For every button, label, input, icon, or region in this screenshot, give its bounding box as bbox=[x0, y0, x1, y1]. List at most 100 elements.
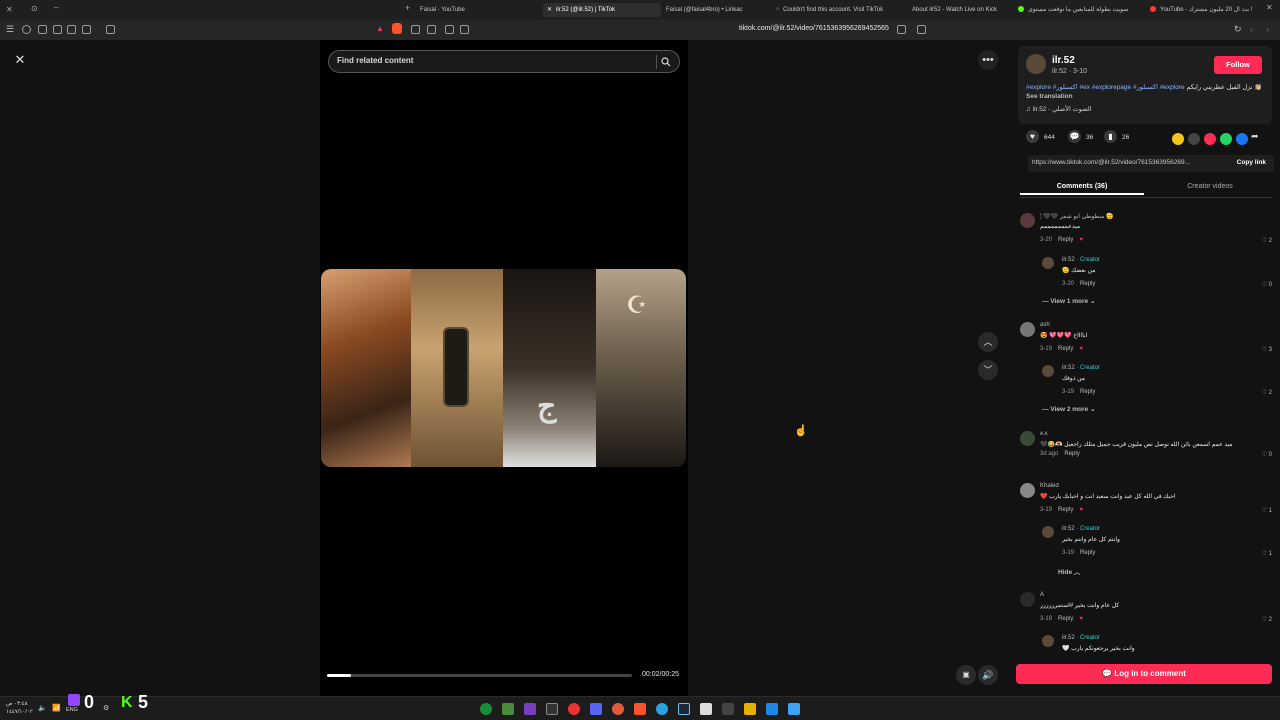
back-icon[interactable]: ‹ bbox=[1250, 24, 1253, 34]
volume-icon[interactable]: 🔊 bbox=[978, 665, 998, 685]
comment-icon[interactable]: 💬 bbox=[1068, 130, 1081, 143]
reply-button[interactable]: Reply bbox=[1080, 550, 1095, 556]
comment-like[interactable]: ♡ 2 bbox=[1262, 389, 1272, 396]
comment-author[interactable]: ilr.52 · Creator bbox=[1062, 257, 1100, 263]
telegram-icon[interactable] bbox=[656, 703, 668, 715]
comment-like[interactable]: ♡ 3 bbox=[1262, 346, 1272, 353]
discord-icon[interactable] bbox=[590, 703, 602, 715]
tab-youtube-faisal[interactable]: Faisal - YouTube bbox=[420, 3, 535, 17]
comment-like[interactable]: ♡ 1 bbox=[1262, 507, 1272, 514]
share-icon[interactable]: ➦ bbox=[1251, 131, 1259, 142]
comment-author[interactable]: ilr.52 · Creator bbox=[1062, 526, 1100, 532]
comment-author[interactable]: Khaled bbox=[1040, 483, 1059, 489]
tab-youtube-live[interactable]: YouTube - بث ال 20 مليون مشترك ! bbox=[1150, 3, 1262, 17]
search-icon[interactable] bbox=[661, 57, 671, 67]
window-close-icon[interactable]: ✕ bbox=[1266, 3, 1273, 12]
terminal-icon[interactable] bbox=[722, 703, 734, 715]
comment-author[interactable]: A bbox=[1040, 592, 1044, 598]
music-row[interactable]: ♫ ilr.52 - الصوت الأصلي bbox=[1026, 105, 1092, 113]
bookmark-icon[interactable]: ▮ bbox=[1104, 130, 1117, 143]
reply-button[interactable]: Reply bbox=[1080, 281, 1095, 287]
brave-shield-icon[interactable] bbox=[392, 23, 402, 34]
menu-icon[interactable]: ☰ bbox=[6, 24, 14, 35]
sidebar-toggle-icon[interactable]: ⊙ bbox=[31, 4, 38, 13]
close-video-icon[interactable]: ✕ bbox=[10, 50, 30, 70]
view-more-replies[interactable]: — View 2 more ⌄ bbox=[1042, 405, 1095, 413]
comment-author[interactable]: ilr.52 · Creator bbox=[1062, 635, 1100, 641]
comment-like[interactable]: ♡ 0 bbox=[1262, 281, 1272, 288]
facebook-icon[interactable] bbox=[1236, 133, 1248, 145]
comment-avatar[interactable] bbox=[1020, 483, 1035, 498]
site-settings-icon[interactable] bbox=[897, 25, 906, 34]
tab-tiktok-ilr52[interactable]: ✕ ilr.52 (@ilr.52) | TikTok bbox=[543, 3, 661, 17]
coin-icon[interactable] bbox=[1172, 133, 1184, 145]
volume-tray-icon[interactable]: 🔈 bbox=[38, 704, 47, 712]
more-options-icon[interactable]: ••• bbox=[978, 50, 998, 70]
clock[interactable]: ٠٣:٤٨ ص ١٤٤٧/١٠/٠٢ bbox=[6, 700, 33, 716]
comment-avatar[interactable] bbox=[1020, 213, 1035, 228]
reply-button[interactable]: Reply bbox=[1064, 451, 1079, 457]
reply-button[interactable]: Reply bbox=[1058, 346, 1073, 352]
comment-like[interactable]: ♡ 2 bbox=[1262, 616, 1272, 623]
follow-button[interactable]: Follow bbox=[1214, 56, 1262, 74]
comment-avatar[interactable] bbox=[1042, 635, 1054, 647]
comment-avatar[interactable] bbox=[1020, 431, 1035, 446]
app-red-icon[interactable] bbox=[612, 703, 624, 715]
tools-icon[interactable] bbox=[53, 25, 62, 34]
warning-icon[interactable]: ▲ bbox=[376, 24, 384, 33]
comment-avatar[interactable] bbox=[1042, 257, 1054, 269]
whatsapp-icon[interactable] bbox=[1220, 133, 1232, 145]
comment-avatar[interactable] bbox=[1020, 592, 1035, 607]
comment-author[interactable]: ash bbox=[1040, 322, 1050, 328]
close-tab-icon[interactable]: ✕ bbox=[547, 7, 552, 13]
xbox-icon[interactable] bbox=[480, 703, 492, 715]
tab-tiktok-notfound[interactable]: ✧ Couldn't find this account. Visit TikTo… bbox=[775, 3, 900, 17]
steam-icon[interactable] bbox=[678, 703, 690, 715]
comment-avatar[interactable] bbox=[1042, 526, 1054, 538]
copy-link-button[interactable]: Copy link bbox=[1237, 159, 1266, 166]
tray-icon[interactable]: ⚙ bbox=[103, 704, 109, 712]
bookmark-icon[interactable] bbox=[917, 25, 926, 34]
tab-kick[interactable]: About ilr52 - Watch Live on Kick bbox=[912, 3, 1012, 17]
share-page-icon[interactable] bbox=[411, 25, 420, 34]
translate-icon[interactable] bbox=[460, 25, 469, 34]
tab-linktree[interactable]: Faisal (@faisal4bro) • Linkac bbox=[666, 3, 771, 17]
comment-avatar[interactable] bbox=[1042, 365, 1054, 377]
picture-in-picture-icon[interactable]: ▣ bbox=[956, 665, 976, 685]
embed-icon[interactable] bbox=[1188, 133, 1200, 145]
video-progress-bar[interactable] bbox=[327, 674, 632, 677]
comment-like[interactable]: ♡ 1 bbox=[1262, 550, 1272, 557]
comment-like[interactable]: ♡ 2 bbox=[1262, 237, 1272, 244]
comment-author[interactable]: ᴀ.x bbox=[1040, 431, 1048, 437]
tab-youtube-tournament[interactable]: سويت بطولة للمتابعين ما توقعت مستوى bbox=[1018, 3, 1146, 17]
next-video-icon[interactable]: ﹀ bbox=[978, 360, 998, 380]
shield-icon[interactable] bbox=[22, 25, 31, 34]
search-input[interactable]: Find related content bbox=[328, 50, 680, 73]
reply-button[interactable]: Reply bbox=[1080, 389, 1095, 395]
comment-like[interactable]: ♡ 0 bbox=[1262, 451, 1272, 458]
minecraft-icon[interactable] bbox=[502, 703, 514, 715]
draw-icon[interactable] bbox=[445, 25, 454, 34]
hide-replies[interactable]: Hide ︿ bbox=[1058, 566, 1080, 576]
reply-button[interactable]: Reply bbox=[1058, 237, 1073, 243]
avatar[interactable] bbox=[1026, 54, 1046, 74]
wifi-icon[interactable]: 📶 bbox=[52, 704, 61, 712]
tab-creator-videos[interactable]: Creator videos bbox=[1148, 183, 1272, 190]
calculator-icon[interactable] bbox=[700, 703, 712, 715]
capcut-icon[interactable] bbox=[546, 703, 558, 715]
brave-icon[interactable] bbox=[634, 703, 646, 715]
reader-icon[interactable] bbox=[427, 25, 436, 34]
send-icon[interactable] bbox=[1204, 133, 1216, 145]
login-to-comment-button[interactable]: 💬 Log in to comment bbox=[1016, 664, 1272, 684]
browser-menu-icon[interactable]: ✕ bbox=[6, 5, 13, 14]
twitch-icon[interactable] bbox=[68, 694, 80, 706]
language-indicator[interactable]: ENG bbox=[66, 707, 78, 713]
forward-icon[interactable]: › bbox=[1266, 24, 1269, 34]
view-more-replies[interactable]: — View 1 more ⌄ bbox=[1042, 297, 1095, 305]
music-icon[interactable] bbox=[82, 25, 91, 34]
start-menu-icon[interactable] bbox=[788, 703, 800, 715]
app-purple-icon[interactable] bbox=[524, 703, 536, 715]
previous-video-icon[interactable]: ︿ bbox=[978, 332, 998, 352]
caption-tags[interactable]: #explore #اكسبلور #ex #explorepage #اكسب… bbox=[1026, 84, 1185, 91]
reply-button[interactable]: Reply bbox=[1058, 507, 1073, 513]
